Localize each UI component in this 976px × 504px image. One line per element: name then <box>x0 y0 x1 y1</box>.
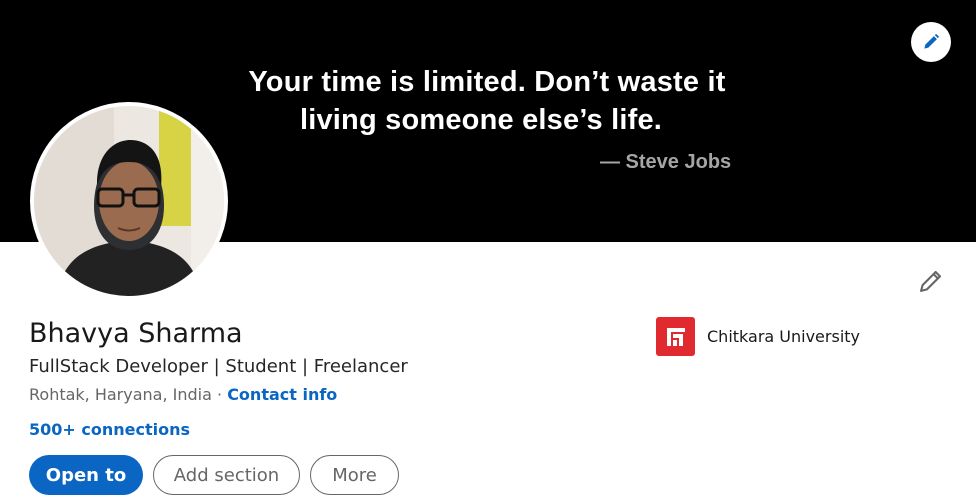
contact-info-link[interactable]: Contact info <box>227 385 337 404</box>
pencil-icon <box>924 33 940 49</box>
banner-quote-line-1: Your time is limited. Don’t waste it <box>248 66 726 98</box>
university-logo-icon <box>656 317 695 356</box>
education-item[interactable]: Chitkara University <box>656 317 860 356</box>
location-row: Rohtak, Haryana, India · Contact info <box>29 385 337 404</box>
profile-location: Rohtak, Haryana, India <box>29 385 212 404</box>
banner-quote-author: — Steve Jobs <box>600 151 732 173</box>
edit-profile-button[interactable] <box>913 263 949 299</box>
profile-photo[interactable] <box>30 102 228 300</box>
pencil-icon <box>920 270 942 292</box>
education-name: Chitkara University <box>707 327 860 346</box>
open-to-button[interactable]: Open to <box>29 455 143 495</box>
add-section-button[interactable]: Add section <box>153 455 300 495</box>
location-separator: · <box>211 385 228 404</box>
connections-link[interactable]: 500+ connections <box>29 420 190 439</box>
profile-photo-image <box>34 106 224 296</box>
more-button[interactable]: More <box>310 455 399 495</box>
edit-banner-button[interactable] <box>911 22 951 62</box>
profile-name: Bhavya Sharma <box>29 318 243 349</box>
profile-headline: FullStack Developer | Student | Freelanc… <box>29 356 408 377</box>
